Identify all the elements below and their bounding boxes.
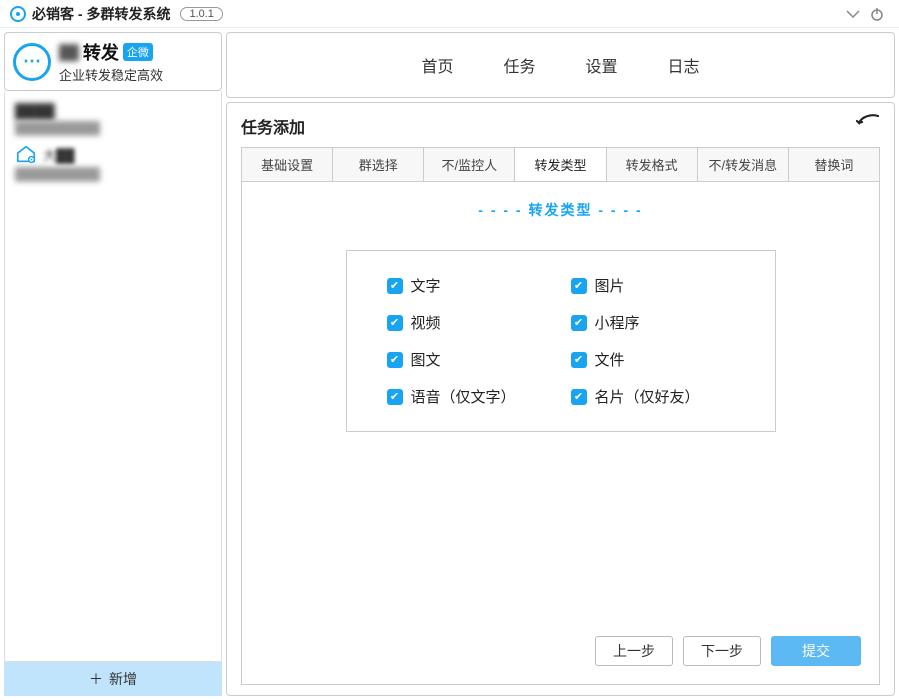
account-list: ████ ██████████ 大██ ██████████ <box>4 91 222 662</box>
check-file[interactable]: ✔文件 <box>571 349 735 370</box>
account-item[interactable]: ████ ██████████ 大██ ██████████ <box>5 97 221 187</box>
checkbox-icon: ✔ <box>571 315 587 331</box>
add-button-label: 新增 <box>109 669 137 689</box>
check-video[interactable]: ✔视频 <box>387 312 551 333</box>
subtab-replace[interactable]: 替换词 <box>789 148 879 181</box>
add-button[interactable]: ＋ 新增 <box>4 662 222 696</box>
account-name: ████ <box>15 103 211 119</box>
subtab-no-forward[interactable]: 不/转发消息 <box>698 148 789 181</box>
nav-tasks[interactable]: 任务 <box>503 53 535 77</box>
subtab-basic[interactable]: 基础设置 <box>242 148 333 181</box>
minimize-icon[interactable] <box>841 2 865 26</box>
subtab-monitor[interactable]: 不/监控人 <box>424 148 515 181</box>
subtab-forward-type[interactable]: 转发类型 <box>515 148 606 181</box>
prev-button[interactable]: 上一步 <box>595 636 673 666</box>
plus-icon: ＋ <box>89 669 103 689</box>
subtabs: 基础设置 群选择 不/监控人 转发类型 转发格式 不/转发消息 替换词 <box>241 147 880 182</box>
app-title: 必销客 - 多群转发系统 <box>32 4 170 24</box>
check-miniapp[interactable]: ✔小程序 <box>571 312 735 333</box>
check-area: ✔文字 ✔图片 ✔视频 ✔小程序 ✔图文 ✔文件 ✔语音（仅文字） ✔名片（仅好… <box>346 250 776 432</box>
account-sub-name: 大██ <box>43 145 74 164</box>
subtab-forward-format[interactable]: 转发格式 <box>607 148 698 181</box>
checkbox-icon: ✔ <box>571 389 587 405</box>
brand-blur-text: ██ <box>59 44 79 60</box>
checkbox-icon: ✔ <box>387 352 403 368</box>
panel-title: - - - - 转发类型 - - - - <box>260 200 861 220</box>
brand-card: ⋯ ██ 转发 企微 企业转发稳定高效 <box>4 32 222 91</box>
titlebar: 必销客 - 多群转发系统 1.0.1 <box>0 0 899 28</box>
nav-logs[interactable]: 日志 <box>668 53 700 77</box>
app-logo-icon <box>10 6 26 22</box>
app-version: 1.0.1 <box>180 7 222 21</box>
forward-type-panel: - - - - 转发类型 - - - - ✔文字 ✔图片 ✔视频 ✔小程序 ✔图… <box>241 182 880 685</box>
checkbox-icon: ✔ <box>387 315 403 331</box>
checkbox-icon: ✔ <box>387 278 403 294</box>
brand-badge: 企微 <box>123 43 153 61</box>
checkbox-icon: ✔ <box>387 389 403 405</box>
check-voice[interactable]: ✔语音（仅文字） <box>387 386 551 407</box>
account-sub-line: ██████████ <box>15 167 211 181</box>
next-button[interactable]: 下一步 <box>683 636 761 666</box>
account-line: ██████████ <box>15 121 211 135</box>
back-icon[interactable] <box>856 113 880 139</box>
check-image[interactable]: ✔图片 <box>571 275 735 296</box>
content-title: 任务添加 <box>241 114 305 138</box>
sidebar: ⋯ ██ 转发 企微 企业转发稳定高效 ████ ██████████ 大██ <box>4 32 222 696</box>
check-card[interactable]: ✔名片（仅好友） <box>571 386 735 407</box>
check-text[interactable]: ✔文字 <box>387 275 551 296</box>
nav-settings[interactable]: 设置 <box>586 53 618 77</box>
top-nav: 首页 任务 设置 日志 <box>226 32 895 98</box>
check-article[interactable]: ✔图文 <box>387 349 551 370</box>
footer-buttons: 上一步 下一步 提交 <box>260 624 861 666</box>
content-panel: 任务添加 基础设置 群选择 不/监控人 转发类型 转发格式 不/转发消息 替换词… <box>226 102 895 696</box>
power-icon[interactable] <box>865 2 889 26</box>
nav-home[interactable]: 首页 <box>421 53 453 77</box>
enterprise-icon <box>15 143 37 165</box>
submit-button[interactable]: 提交 <box>771 636 861 666</box>
brand-main-text: 转发 <box>83 39 119 65</box>
brand-sub-text: 企业转发稳定高效 <box>59 65 163 84</box>
checkbox-icon: ✔ <box>571 278 587 294</box>
checkbox-icon: ✔ <box>571 352 587 368</box>
subtab-groups[interactable]: 群选择 <box>333 148 424 181</box>
brand-logo-icon: ⋯ <box>13 43 51 81</box>
